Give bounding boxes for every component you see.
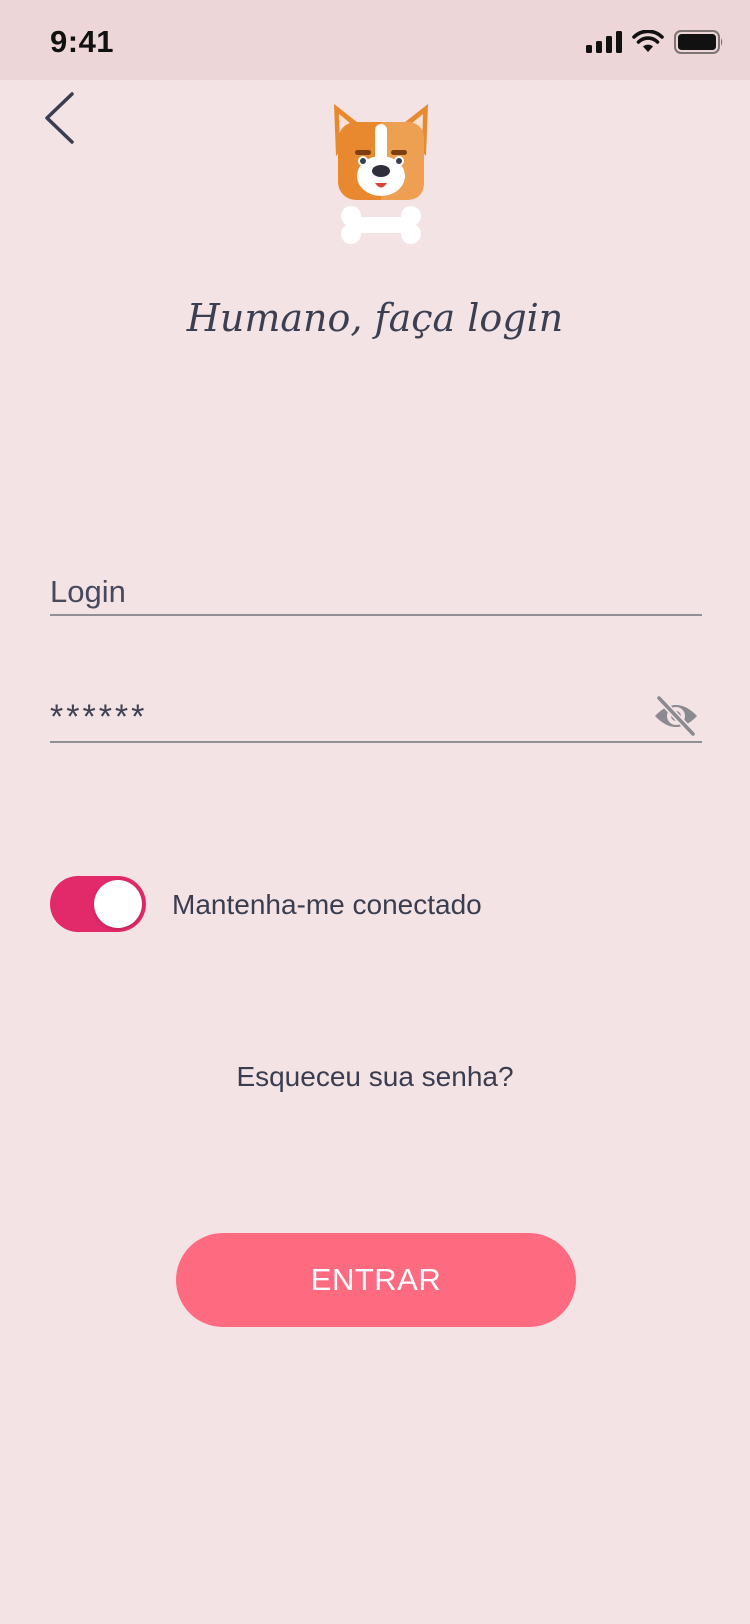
toggle-knob xyxy=(94,880,142,928)
password-field xyxy=(50,694,702,743)
status-bar: 9:41 xyxy=(0,0,750,80)
status-icons xyxy=(586,30,724,54)
submit-button[interactable]: ENTRAR xyxy=(176,1233,576,1327)
remember-me-toggle[interactable] xyxy=(50,876,146,932)
forgot-password-link[interactable]: Esqueceu sua senha? xyxy=(0,1061,750,1093)
remember-me-label: Mantenha-me conectado xyxy=(172,889,482,920)
status-time: 9:41 xyxy=(50,24,115,59)
password-visibility-toggle[interactable] xyxy=(652,694,700,738)
cellular-signal-icon xyxy=(586,31,622,53)
wifi-icon xyxy=(632,30,664,52)
chevron-left-icon xyxy=(45,92,74,144)
battery-icon xyxy=(674,30,723,54)
password-input[interactable] xyxy=(50,698,702,741)
page-title: Humano, faça login xyxy=(186,296,564,340)
dog-with-bone-logo xyxy=(334,104,428,244)
back-button[interactable] xyxy=(36,88,86,148)
eye-off-icon xyxy=(655,694,697,738)
login-input[interactable] xyxy=(50,574,702,614)
dog-logo xyxy=(326,98,436,254)
login-field xyxy=(50,574,702,616)
